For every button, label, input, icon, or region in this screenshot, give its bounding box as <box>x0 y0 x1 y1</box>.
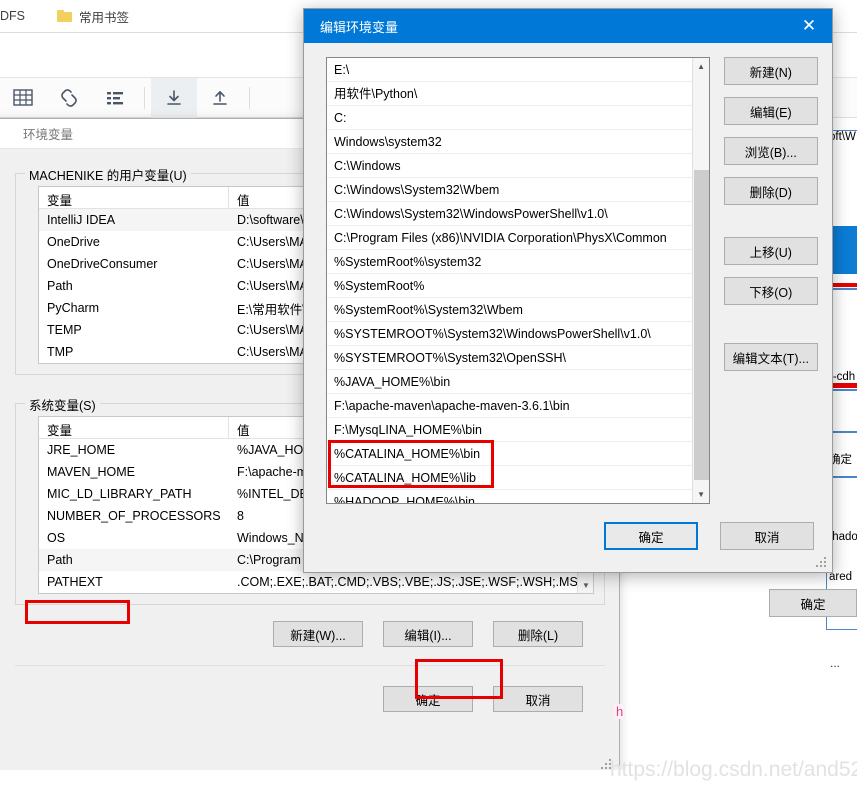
variable-value-cell: .COM;.EXE;.BAT;.CMD;.VBS;.VBE;.JS;.JSE;.… <box>237 575 593 589</box>
dialog-cancel-button[interactable]: 取消 <box>720 522 814 550</box>
system-variables-button-row: 新建(W)... 编辑(I)... 删除(L) <box>15 617 605 647</box>
variable-name-cell: Path <box>47 553 73 567</box>
edit-environment-variable-dialog: 编辑环境变量 ✕ E:\ 用软件\Python\ C: Windows\system3… <box>303 8 833 573</box>
path-list-scrollbar[interactable]: ▲ ▼ <box>691 58 709 503</box>
path-entries-list[interactable]: E:\ 用软件\Python\ C: Windows\system32 C:\Windo… <box>326 57 710 504</box>
path-entry-row[interactable]: 用软件\Python\ <box>327 82 692 106</box>
dialog-footer: 确定 取消 <box>604 522 814 550</box>
dialog-browse-button[interactable]: 浏览(B)... <box>723 137 818 165</box>
toolbar-divider-1 <box>144 86 145 109</box>
user-variables-legend: MACHENIKE 的用户变量(U) <box>25 165 191 184</box>
bookmark-label-dfs[interactable]: DFS <box>0 9 25 23</box>
env-window-cancel-button[interactable]: 取消 <box>493 686 583 712</box>
dialog-new-button[interactable]: 新建(N) <box>723 57 818 85</box>
variable-name-cell: MIC_LD_LIBRARY_PATH <box>47 487 192 501</box>
path-scroll-thumb[interactable] <box>693 170 709 480</box>
pink-highlight-text: h <box>614 704 626 719</box>
path-entry-row[interactable]: %SystemRoot%\system32 <box>327 250 692 274</box>
background-right-ellipsis: ... <box>830 656 841 670</box>
new-system-variable-button[interactable]: 新建(W)... <box>273 621 363 647</box>
toolbar-divider-2 <box>249 86 250 109</box>
variable-name-cell: JRE_HOME <box>47 443 116 457</box>
path-entry-row[interactable]: Windows\system32 <box>327 130 692 154</box>
system-variables-legend: 系统变量(S) <box>25 395 100 414</box>
scroll-down-icon[interactable]: ▼ <box>578 578 594 593</box>
variable-name-cell: OS <box>47 531 66 545</box>
variable-name-cell: TEMP <box>47 323 82 337</box>
export-icon[interactable] <box>197 78 243 118</box>
path-scroll-down-icon[interactable]: ▼ <box>693 486 709 503</box>
link-icon[interactable] <box>46 78 92 118</box>
dialog-title-text: 编辑环境变量 <box>320 19 399 35</box>
variable-name-cell: IntelliJ IDEA <box>47 213 116 227</box>
path-scroll-up-icon[interactable]: ▲ <box>693 58 709 75</box>
list-icon[interactable] <box>92 78 138 118</box>
variable-name-cell: PATHEXT <box>47 575 103 589</box>
import-icon[interactable] <box>151 77 197 118</box>
path-entry-row[interactable]: C:\Windows <box>327 154 692 178</box>
dialog-resize-grip[interactable] <box>816 557 828 569</box>
side-button-gap-1 <box>724 217 818 237</box>
variable-name-cell: Path <box>47 279 73 293</box>
variable-name-cell: OneDriveConsumer <box>47 257 158 271</box>
column-header-name[interactable]: 变量 <box>39 187 229 208</box>
dialog-side-buttons: 新建(N) 编辑(E) 浏览(B)... 删除(D) 上移(U) 下移(O) 编… <box>723 57 818 504</box>
watermark: https://blog.csdn.net/and52696686 <box>610 758 857 781</box>
variable-name-cell: OneDrive <box>47 235 100 249</box>
variable-name-cell: NUMBER_OF_PROCESSORS <box>47 509 221 523</box>
table-row[interactable]: PATHEXT .COM;.EXE;.BAT;.CMD;.VBS;.VBE;.JS… <box>39 571 593 593</box>
dialog-edit-text-button[interactable]: 编辑文本(T)... <box>723 343 818 371</box>
path-entry-row[interactable]: F:\MysqLINA_HOME%\bin <box>327 418 692 442</box>
dialog-edit-button[interactable]: 编辑(E) <box>723 97 818 125</box>
path-entry-row[interactable]: %HADOOP_HOME%\bin <box>327 490 692 503</box>
path-entry-row[interactable]: %SystemRoot% <box>327 274 692 298</box>
path-entry-row[interactable]: %SystemRoot%\System32\Wbem <box>327 298 692 322</box>
footer-divider <box>15 665 605 666</box>
edit-system-variable-button[interactable]: 编辑(I)... <box>383 621 473 647</box>
env-window-ok-button[interactable]: 确定 <box>383 686 473 712</box>
side-button-gap-2 <box>724 317 818 343</box>
bookmark-folder-label: 常用书签 <box>79 10 130 25</box>
variable-name-cell: TMP <box>47 345 74 359</box>
path-entry-row[interactable]: C: <box>327 106 692 130</box>
path-entries-rows: E:\ 用软件\Python\ C: Windows\system32 C:\Windo… <box>327 58 692 503</box>
background-right-ok-button[interactable]: 确定 <box>769 589 857 617</box>
path-entry-row[interactable]: F:\apache-maven\apache-maven-3.6.1\bin <box>327 394 692 418</box>
variable-name-cell: PyCharm <box>47 301 100 315</box>
path-entry-row[interactable]: %SYSTEMROOT%\System32\OpenSSH\ <box>327 346 692 370</box>
path-entry-row[interactable]: E:\ <box>327 58 692 82</box>
variable-name-cell: MAVEN_HOME <box>47 465 135 479</box>
path-entry-row[interactable]: C:\Program Files (x86)\NVIDIA Corporatio… <box>327 226 692 250</box>
bookmark-item-folder[interactable]: 常用书签 <box>57 7 129 26</box>
folder-icon <box>57 10 72 22</box>
dialog-ok-button[interactable]: 确定 <box>604 522 698 550</box>
path-entry-row[interactable]: %CATALINA_HOME%\lib <box>327 466 692 490</box>
path-entry-row[interactable]: %CATALINA_HOME%\bin <box>327 442 692 466</box>
close-icon[interactable]: ✕ <box>786 9 832 43</box>
dialog-move-up-button[interactable]: 上移(U) <box>723 237 818 265</box>
dialog-move-down-button[interactable]: 下移(O) <box>723 277 818 305</box>
path-entry-row[interactable]: C:\Windows\System32\WindowsPowerShell\v1… <box>327 202 692 226</box>
delete-system-variable-button[interactable]: 删除(L) <box>493 621 583 647</box>
table-icon[interactable] <box>0 78 46 118</box>
dialog-delete-button[interactable]: 删除(D) <box>723 177 818 205</box>
dialog-title-bar[interactable]: 编辑环境变量 ✕ <box>304 9 832 43</box>
path-entry-row[interactable]: %SYSTEMROOT%\System32\WindowsPowerShell\… <box>327 322 692 346</box>
path-entry-row[interactable]: C:\Windows\System32\Wbem <box>327 178 692 202</box>
env-window-footer: 确定 取消 <box>15 682 605 712</box>
path-entry-row[interactable]: %JAVA_HOME%\bin <box>327 370 692 394</box>
column-header-name-sys[interactable]: 变量 <box>39 417 229 438</box>
